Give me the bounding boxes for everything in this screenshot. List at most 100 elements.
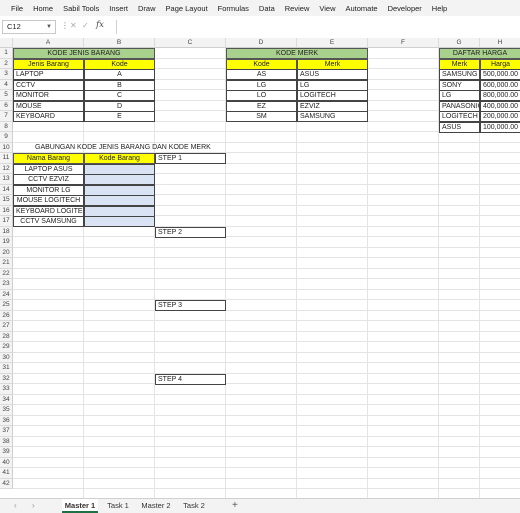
gabungan-cell-name[interactable]: LAPTOP ASUS bbox=[13, 163, 84, 175]
step-box[interactable]: STEP 1 bbox=[155, 153, 226, 164]
jenis-cell-name[interactable]: KEYBOARD bbox=[13, 111, 84, 122]
row-header[interactable]: 32 bbox=[0, 373, 13, 384]
gabungan-cell-code[interactable] bbox=[84, 195, 155, 206]
prev-sheet-icon[interactable]: ‹ bbox=[14, 501, 17, 510]
merk-table-header[interactable]: Merk bbox=[297, 58, 368, 70]
harga-cell-merk[interactable]: LOGITECH bbox=[439, 111, 480, 122]
spreadsheet-grid[interactable]: A B C D E F G H 1 2 3 4 5 6 7 8 9 10 11 12 13 14 15 16 17 18 19 20 2… bbox=[0, 38, 520, 498]
gabungan-cell-name[interactable]: KEYBOARD LOGITECH bbox=[13, 205, 84, 217]
ribbon-tab-formulas[interactable]: Formulas bbox=[213, 4, 254, 13]
harga-table-title[interactable]: DAFTAR HARGA bbox=[439, 48, 520, 59]
row-header[interactable]: 41 bbox=[0, 468, 13, 479]
gabungan-cell-code[interactable] bbox=[84, 184, 155, 196]
gabungan-cell-name[interactable]: CCTV EZVIZ bbox=[13, 174, 84, 185]
row-header[interactable]: 39 bbox=[0, 447, 13, 458]
row-header[interactable]: 33 bbox=[0, 384, 13, 395]
column-header-f[interactable]: F bbox=[368, 38, 439, 48]
merk-cell-code[interactable]: AS bbox=[226, 69, 297, 80]
row-header[interactable]: 8 bbox=[0, 121, 13, 132]
row-header[interactable]: 38 bbox=[0, 436, 13, 447]
harga-table-header[interactable]: Merk bbox=[439, 58, 480, 70]
row-header[interactable]: 14 bbox=[0, 184, 13, 195]
column-header-e[interactable]: E bbox=[297, 38, 368, 48]
jenis-cell-code[interactable]: E bbox=[84, 111, 155, 122]
gabungan-cell-code[interactable] bbox=[84, 205, 155, 217]
merk-cell-name[interactable]: SAMSUNG bbox=[297, 111, 368, 122]
harga-cell-merk[interactable]: SAMSUNG bbox=[439, 69, 480, 80]
gabungan-cell-name[interactable]: MOUSE LOGITECH bbox=[13, 195, 84, 206]
jenis-table-header[interactable]: Kode bbox=[84, 58, 155, 70]
harga-cell-price[interactable]: 100,000.00 bbox=[480, 121, 520, 133]
ribbon-tab-automate[interactable]: Automate bbox=[340, 4, 382, 13]
ribbon-tab-sabil-tools[interactable]: Sabil Tools bbox=[58, 4, 104, 13]
jenis-cell-name[interactable]: LAPTOP bbox=[13, 69, 84, 80]
jenis-cell-code[interactable]: D bbox=[84, 100, 155, 112]
gabungan-header[interactable]: Kode Barang bbox=[84, 153, 155, 164]
merk-cell-name[interactable]: LG bbox=[297, 79, 368, 91]
column-header-h[interactable]: H bbox=[480, 38, 520, 48]
row-header[interactable]: 27 bbox=[0, 321, 13, 332]
jenis-cell-name[interactable]: MONITOR bbox=[13, 90, 84, 101]
row-header[interactable]: 15 bbox=[0, 195, 13, 206]
gabungan-cell-name[interactable]: CCTV SAMSUNG bbox=[13, 216, 84, 227]
row-header[interactable]: 4 bbox=[0, 79, 13, 90]
gabungan-cell-name[interactable]: MONITOR LG bbox=[13, 184, 84, 196]
ribbon-tab-page-layout[interactable]: Page Layout bbox=[161, 4, 213, 13]
ribbon-tab-data[interactable]: Data bbox=[254, 4, 280, 13]
merk-cell-code[interactable]: EZ bbox=[226, 100, 297, 112]
row-header[interactable]: 9 bbox=[0, 132, 13, 143]
row-header[interactable]: 24 bbox=[0, 289, 13, 300]
harga-cell-price[interactable]: 600,000.00 bbox=[480, 79, 520, 91]
ribbon-tab-review[interactable]: Review bbox=[280, 4, 315, 13]
row-header[interactable]: 7 bbox=[0, 111, 13, 122]
row-header[interactable]: 17 bbox=[0, 216, 13, 227]
row-header[interactable]: 37 bbox=[0, 426, 13, 437]
row-header[interactable]: 31 bbox=[0, 363, 13, 374]
row-header[interactable]: 10 bbox=[0, 142, 13, 153]
row-header[interactable]: 26 bbox=[0, 310, 13, 321]
jenis-cell-code[interactable]: C bbox=[84, 90, 155, 101]
harga-cell-merk[interactable]: SONY bbox=[439, 79, 480, 91]
formula-input[interactable] bbox=[116, 20, 520, 34]
ribbon-tab-developer[interactable]: Developer bbox=[383, 4, 427, 13]
step-box[interactable]: STEP 2 bbox=[155, 226, 226, 238]
step-box[interactable]: STEP 4 bbox=[155, 373, 226, 385]
row-header[interactable]: 25 bbox=[0, 300, 13, 311]
harga-cell-price[interactable]: 800,000.00 bbox=[480, 90, 520, 101]
ribbon-tab-file[interactable]: File bbox=[6, 4, 28, 13]
cancel-icon[interactable]: ✕ bbox=[70, 21, 77, 30]
ribbon-tab-view[interactable]: View bbox=[314, 4, 340, 13]
row-header[interactable]: 6 bbox=[0, 100, 13, 111]
gabungan-title[interactable]: GABUNGAN KODE JENIS BARANG DAN KODE MERK bbox=[13, 143, 226, 154]
ribbon-tab-insert[interactable]: Insert bbox=[104, 4, 133, 13]
harga-cell-price[interactable]: 200,000.00 bbox=[480, 111, 520, 122]
column-header-b[interactable]: B bbox=[84, 38, 155, 48]
chevron-down-icon[interactable]: ▼ bbox=[46, 21, 52, 33]
row-header[interactable]: 35 bbox=[0, 405, 13, 416]
row-header[interactable]: 13 bbox=[0, 174, 13, 185]
function-icon[interactable]: fx bbox=[96, 20, 104, 30]
sheet-tab-master-2[interactable]: Master 2 bbox=[138, 499, 174, 513]
row-header[interactable]: 34 bbox=[0, 394, 13, 405]
column-header-a[interactable]: A bbox=[13, 38, 84, 48]
harga-table-header[interactable]: Harga bbox=[480, 58, 520, 70]
merk-cell-name[interactable]: LOGITECH bbox=[297, 90, 368, 101]
jenis-cell-name[interactable]: CCTV bbox=[13, 79, 84, 91]
merk-table-header[interactable]: Kode bbox=[226, 58, 297, 70]
jenis-table-title[interactable]: KODE JENIS BARANG bbox=[13, 48, 155, 59]
jenis-cell-name[interactable]: MOUSE bbox=[13, 100, 84, 112]
ribbon-tab-draw[interactable]: Draw bbox=[133, 4, 161, 13]
row-header[interactable]: 36 bbox=[0, 415, 13, 426]
name-box[interactable]: C12 ▼ bbox=[2, 20, 56, 34]
jenis-table-header[interactable]: Jenis Barang bbox=[13, 58, 84, 70]
row-header[interactable]: 16 bbox=[0, 205, 13, 216]
harga-cell-price[interactable]: 400,000.00 bbox=[480, 100, 520, 112]
gabungan-cell-code[interactable] bbox=[84, 174, 155, 185]
active-cell-c12[interactable] bbox=[155, 164, 226, 175]
ribbon-tab-home[interactable]: Home bbox=[28, 4, 58, 13]
more-icon[interactable]: ⋮ bbox=[61, 21, 69, 30]
ribbon-tab-help[interactable]: Help bbox=[427, 4, 452, 13]
column-header-c[interactable]: C bbox=[155, 38, 226, 48]
merk-cell-code[interactable]: LG bbox=[226, 79, 297, 91]
row-header[interactable]: 23 bbox=[0, 279, 13, 290]
